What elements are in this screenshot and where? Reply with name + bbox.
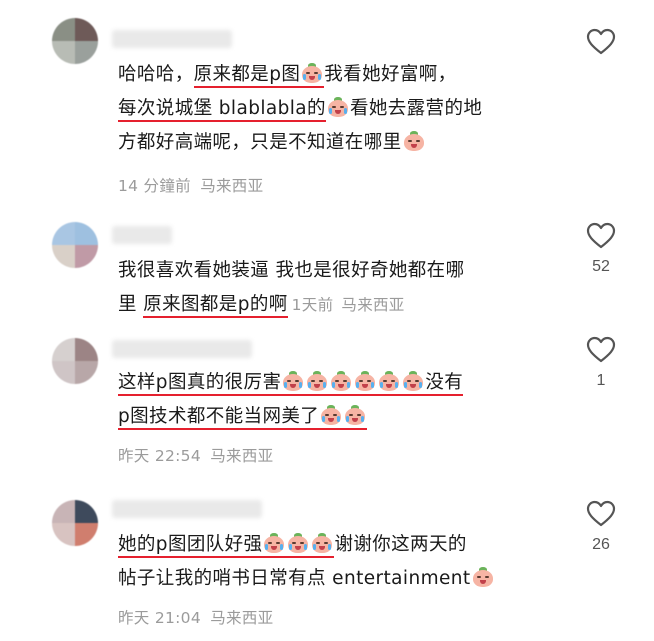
crying-peach-emoji-icon: [301, 63, 323, 83]
comment-meta: 昨天 21:04 马来西亚: [118, 606, 273, 628]
avatar[interactable]: [52, 338, 98, 384]
heart-outline-icon[interactable]: [586, 336, 616, 364]
username-blurred[interactable]: [112, 500, 262, 518]
like-count: 1: [596, 372, 606, 389]
crying-peach-emoji-icon: [354, 371, 376, 391]
username-blurred[interactable]: [112, 30, 232, 48]
crying-peach-emoji-icon: [344, 405, 366, 425]
location-label: 马来西亚: [200, 177, 264, 195]
timestamp: 昨天 22:54: [118, 447, 201, 465]
crying-peach-emoji-icon: [330, 371, 352, 391]
avatar[interactable]: [52, 222, 98, 268]
crying-peach-emoji-icon: [327, 97, 349, 117]
heart-outline-icon[interactable]: [586, 500, 616, 528]
username-blurred[interactable]: [112, 340, 252, 358]
heart-outline-icon[interactable]: [586, 28, 616, 56]
location-label: 马来西亚: [341, 296, 405, 314]
comment-meta: 昨天 22:54 马来西亚: [118, 444, 273, 466]
crying-peach-emoji-icon: [311, 533, 333, 553]
like-count: 52: [592, 258, 610, 275]
comment-meta: 14 分鐘前 马来西亚: [118, 174, 263, 196]
heart-outline-icon[interactable]: [586, 222, 616, 250]
like-count: 26: [592, 536, 610, 553]
avatar[interactable]: [52, 18, 98, 64]
crying-peach-emoji-icon: [287, 533, 309, 553]
location-label: 马来西亚: [210, 447, 274, 465]
laughing-peach-emoji-icon: [403, 131, 425, 151]
comment-text: 她的p图团队好强 谢谢你这两天的 帖子让我的哨书日常有点 entertainmen…: [118, 528, 548, 596]
comment-text: 这样p图真的很厉害 没有 p图技术都不能当网美了: [118, 366, 548, 434]
username-blurred[interactable]: [112, 226, 172, 244]
timestamp: 昨天 21:04: [118, 609, 201, 627]
crying-peach-emoji-icon: [402, 371, 424, 391]
peach-emoji-icon: [472, 567, 494, 587]
crying-peach-emoji-icon: [378, 371, 400, 391]
comment-text: 哈哈哈，原来都是p图 我看她好富啊， 每次说城堡 blablabla的 看她去露营的…: [118, 63, 483, 153]
crying-peach-emoji-icon: [263, 533, 285, 553]
crying-peach-emoji-icon: [320, 405, 342, 425]
location-label: 马来西亚: [210, 609, 274, 627]
comment-text: 我很喜欢看她装逼 我也是很好奇她都在哪 里 原来图都是p的啊 1天前 马来西亚: [118, 254, 548, 322]
avatar[interactable]: [52, 500, 98, 546]
timestamp: 14 分鐘前: [118, 177, 191, 195]
timestamp: 1天前: [291, 296, 334, 314]
crying-peach-emoji-icon: [282, 371, 304, 391]
crying-peach-emoji-icon: [306, 371, 328, 391]
